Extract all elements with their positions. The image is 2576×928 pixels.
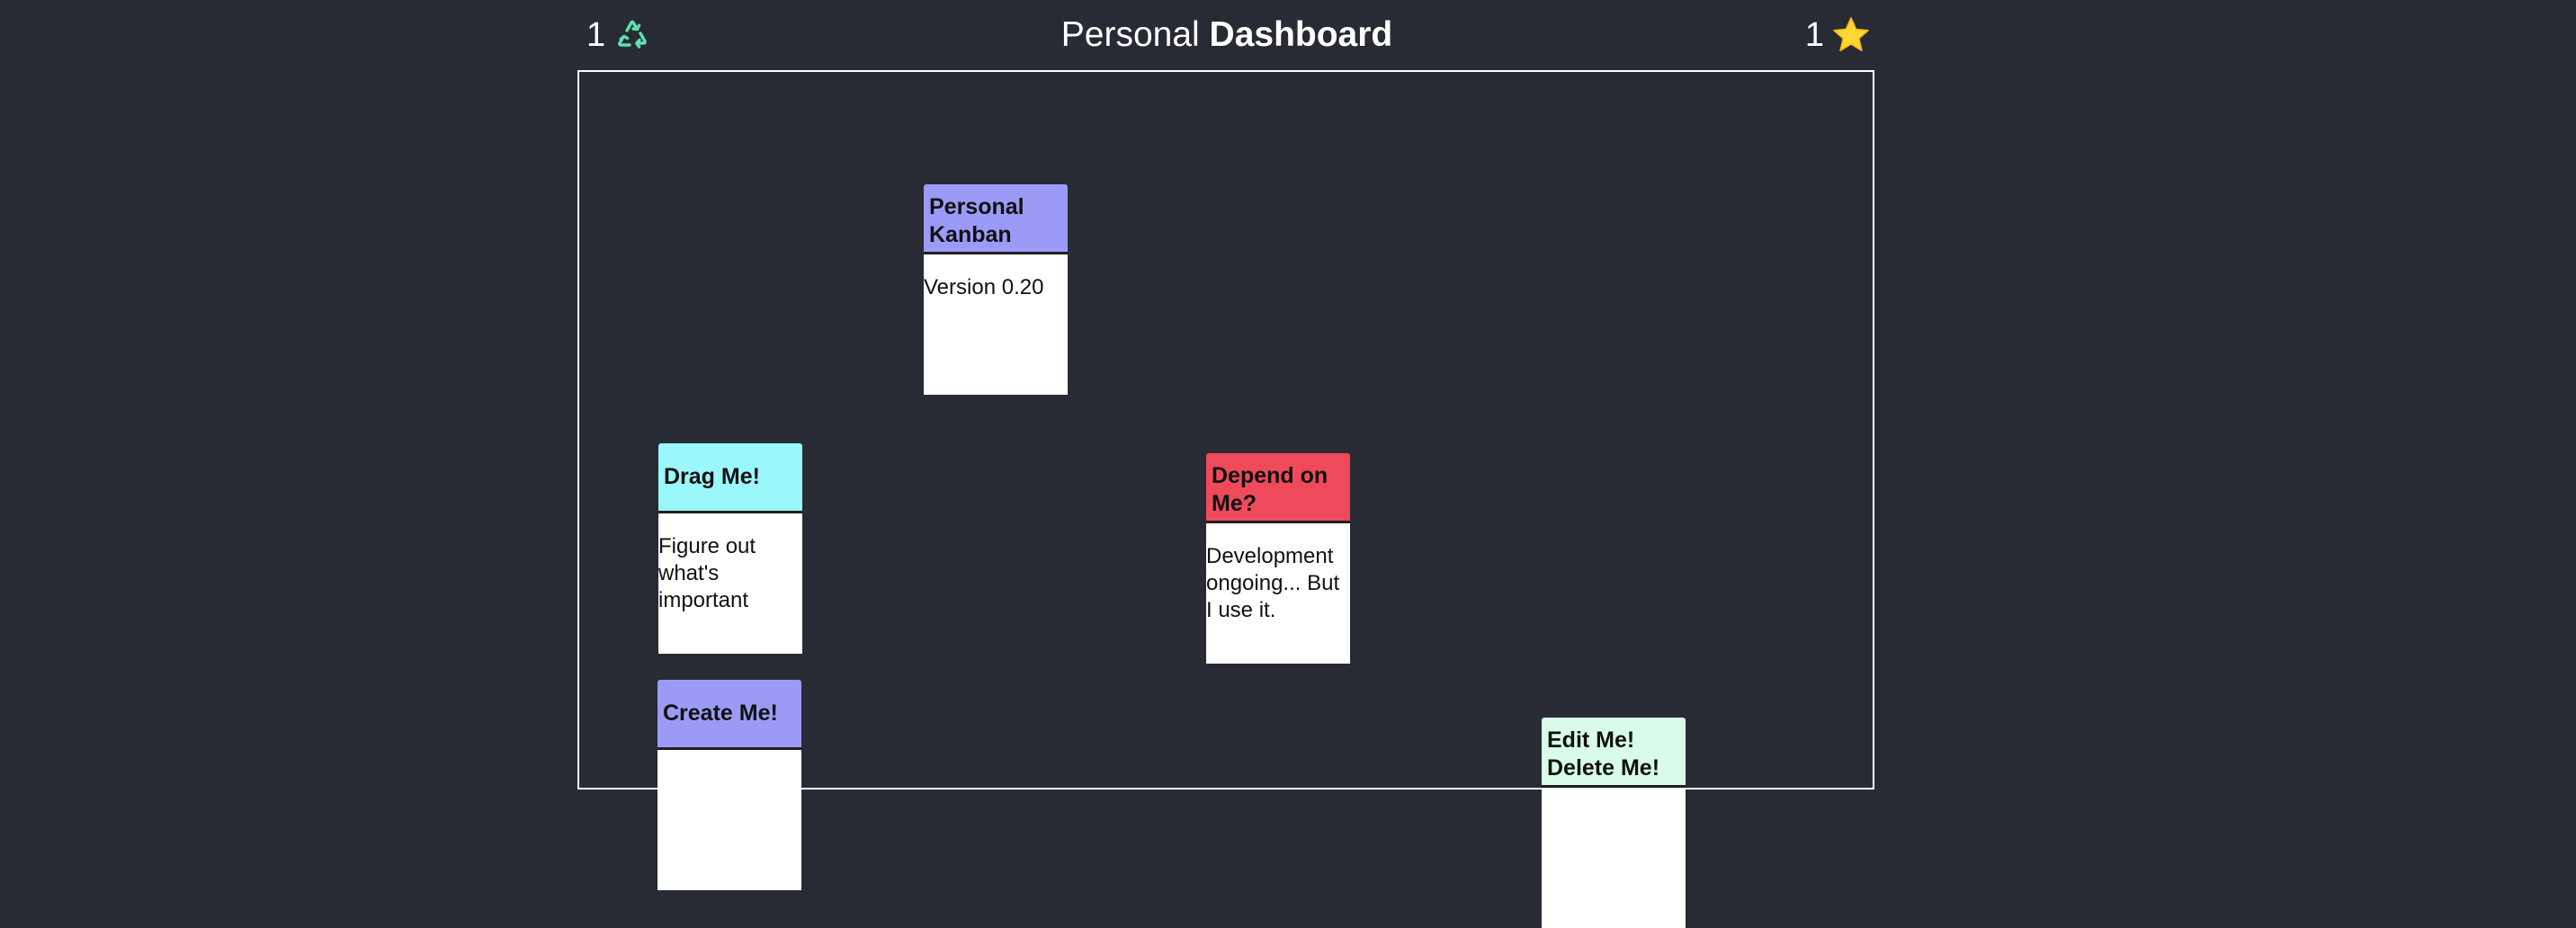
star-icon xyxy=(1831,15,1871,55)
title-bold: Dashboard xyxy=(1209,15,1393,54)
card-personal-kanban[interactable]: Personal Kanban Version 0.20 xyxy=(924,184,1068,395)
card-body xyxy=(657,750,801,890)
kanban-board: Personal Kanban Version 0.20 Drag Me! Fi… xyxy=(577,70,1874,928)
card-title: Personal Kanban xyxy=(924,184,1068,254)
card-title: Drag Me! xyxy=(658,443,802,513)
title-light: Personal xyxy=(1060,15,1200,54)
card-body: Version 0.20 xyxy=(924,254,1068,395)
card-depend-on-me[interactable]: Depend on Me? Development ongoing... But… xyxy=(1206,453,1350,664)
page-title: Personal Dashboard xyxy=(577,13,1876,58)
card-title: Depend on Me? xyxy=(1206,453,1350,523)
card-title: Create Me! xyxy=(657,680,801,750)
card-body xyxy=(1542,788,1686,928)
card-drag-me[interactable]: Drag Me! Figure out what's important xyxy=(658,443,802,654)
top-bar: 1 Personal Dashboard 1 xyxy=(577,0,1876,72)
star-counter[interactable]: 1 xyxy=(1805,14,1871,56)
card-body: Figure out what's important xyxy=(658,513,802,654)
card-body: Development ongoing... But I use it. xyxy=(1206,523,1350,664)
card-create-me[interactable]: Create Me! xyxy=(657,680,801,890)
card-title: Edit Me! Delete Me! xyxy=(1542,718,1686,788)
card-edit-me-delete-me[interactable]: Edit Me! Delete Me! xyxy=(1542,718,1686,928)
star-count: 1 xyxy=(1804,16,1824,54)
